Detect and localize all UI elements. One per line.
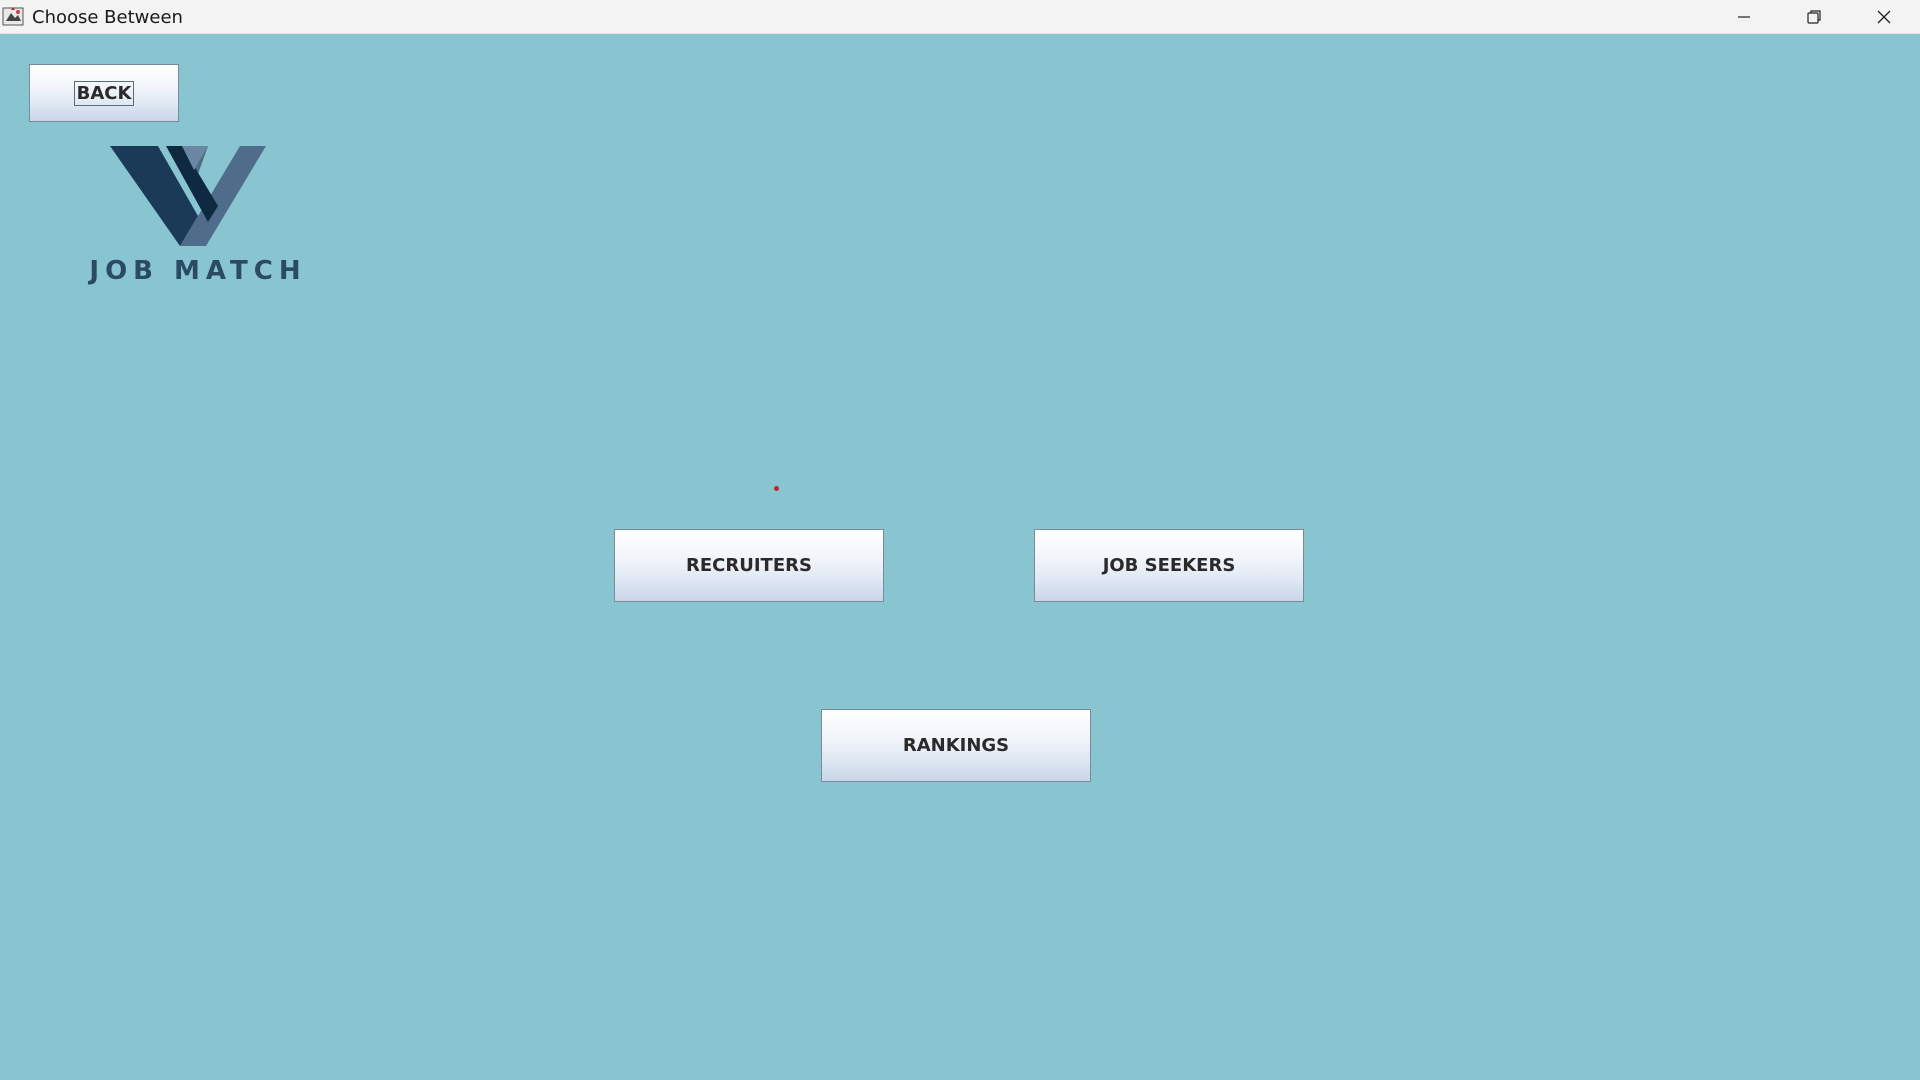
job-match-logo: JOB MATCH (78, 144, 318, 324)
w-logo-icon (110, 146, 266, 246)
restore-button[interactable] (1779, 0, 1849, 34)
back-button[interactable]: BACK (29, 64, 179, 122)
main-panel: BACK JOB MATCH RECRUITERS JOB SEEKERS RA… (0, 34, 1920, 1080)
close-button[interactable] (1849, 0, 1919, 34)
logo-text: JOB MATCH (89, 256, 307, 286)
recruiters-button[interactable]: RECRUITERS (614, 529, 884, 602)
recruiters-button-label: RECRUITERS (686, 555, 812, 576)
rankings-button[interactable]: RANKINGS (821, 709, 1091, 782)
rankings-button-label: RANKINGS (902, 735, 1010, 756)
window-title: Choose Between (32, 7, 183, 28)
restore-icon (1806, 9, 1822, 25)
minimize-icon (1736, 9, 1752, 25)
job-seekers-button-label: JOB SEEKERS (1102, 555, 1236, 576)
app-window: Choose Between BACK JOB MATCH RECRUITERS… (0, 0, 1920, 1080)
minimize-button[interactable] (1709, 0, 1779, 34)
cursor-dot (774, 486, 779, 491)
java-app-icon (2, 5, 24, 27)
back-button-label: BACK (73, 80, 135, 106)
close-icon (1876, 9, 1892, 25)
title-bar[interactable]: Choose Between (0, 0, 1920, 34)
job-seekers-button[interactable]: JOB SEEKERS (1034, 529, 1304, 602)
